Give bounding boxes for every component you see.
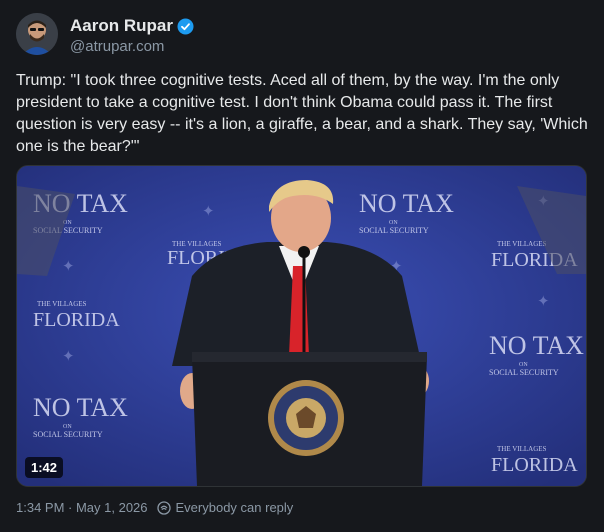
backdrop-no-tax-3: NO TAX [489,331,584,360]
backdrop-the-villages-2: THE VILLAGES [37,300,87,308]
backdrop-the-villages-3: THE VILLAGES [497,240,547,248]
backdrop-florida-4: FLORIDA [491,454,578,476]
video-player[interactable]: ✦ ✦ ✦ ✦ ✦ ✦ NO TAX ON SOCIAL SECURITY NO… [16,165,587,487]
verified-badge-icon [177,18,194,35]
author-display-name[interactable]: Aaron Rupar [70,16,173,36]
svg-text:✦: ✦ [62,349,75,365]
svg-text:✦: ✦ [202,204,215,220]
backdrop-social-security-4: SOCIAL SECURITY [33,430,103,439]
post-card: Aaron Rupar @atrupar.com Trump: "I took … [0,0,604,532]
post-text: Trump: "I took three cognitive tests. Ac… [16,72,588,155]
reply-settings-label[interactable]: Everybody can reply [176,500,294,515]
svg-text:✦: ✦ [62,259,75,275]
author-name-row: Aaron Rupar [70,16,194,36]
presidential-seal-icon [268,380,344,456]
reply-settings-icon [156,500,171,515]
backdrop-social-security-3: SOCIAL SECURITY [489,368,559,377]
backdrop-no-tax-4: NO TAX [33,393,128,422]
svg-text:✦: ✦ [537,294,550,310]
video-duration: 1:42 [25,457,64,478]
post-timestamp[interactable]: 1:34 PM · May 1, 2026 [16,500,148,515]
video-frame: ✦ ✦ ✦ ✦ ✦ ✦ NO TAX ON SOCIAL SECURITY NO… [17,166,586,486]
post-meta: 1:34 PM · May 1, 2026 Everybody can repl… [16,500,293,515]
backdrop-no-tax-2: NO TAX [359,189,454,218]
author-handle[interactable]: @atrupar.com [70,38,164,55]
avatar[interactable] [16,13,58,55]
backdrop-florida-2: FLORIDA [33,309,120,331]
backdrop-social-security-2: SOCIAL SECURITY [359,226,429,235]
backdrop-the-villages-4: THE VILLAGES [497,445,547,453]
